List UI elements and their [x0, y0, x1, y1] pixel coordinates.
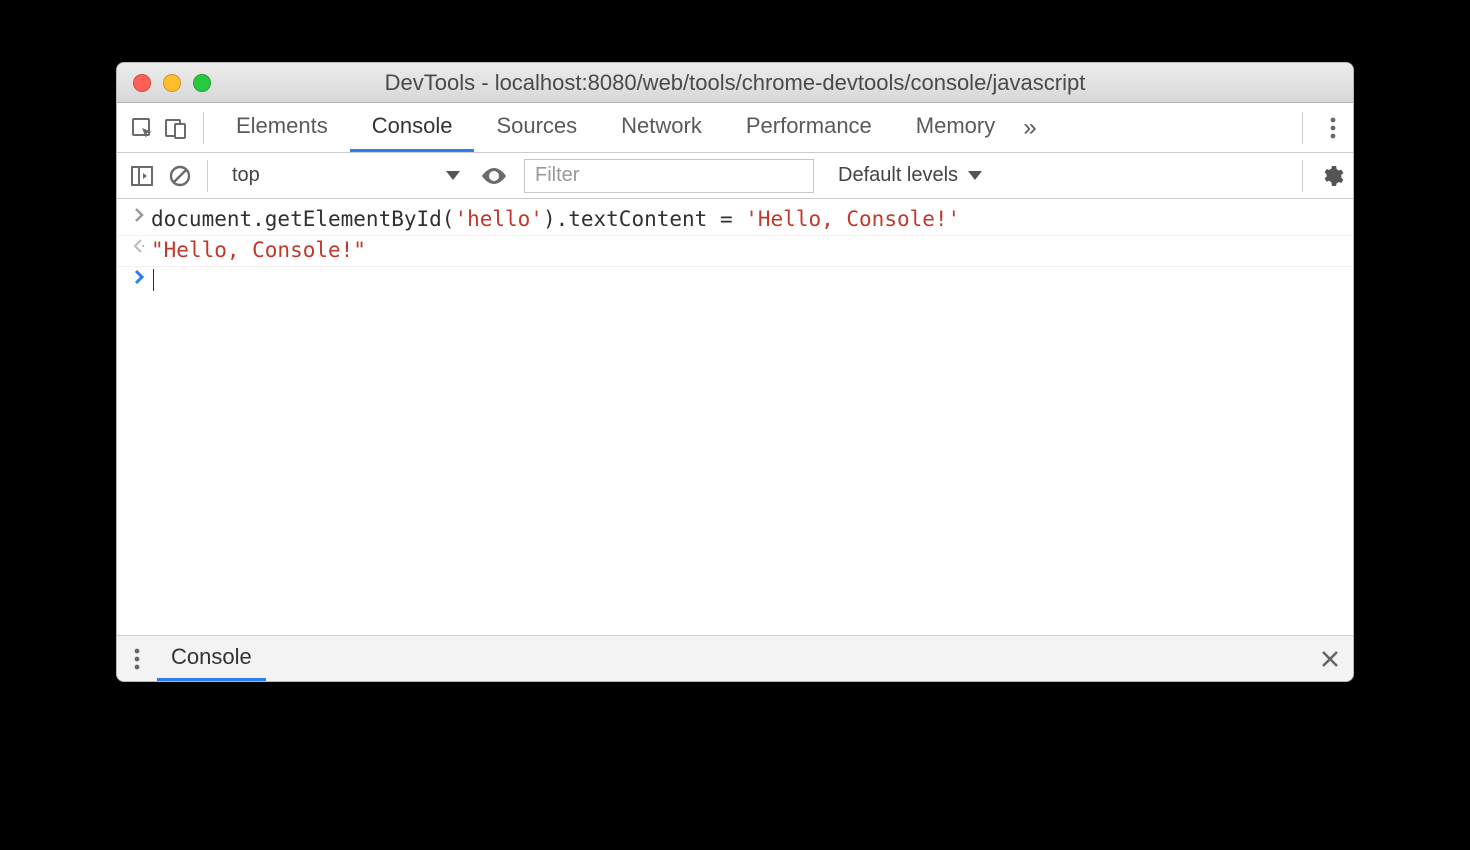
clear-console-icon[interactable] [163, 165, 197, 187]
filter-input[interactable]: Filter [524, 159, 814, 193]
console-toolbar: top Filter Default levels [117, 153, 1353, 199]
console-settings-icon[interactable] [1311, 164, 1353, 188]
separator [203, 112, 204, 144]
tab-memory[interactable]: Memory [894, 103, 1017, 152]
drawer-menu-icon[interactable] [117, 636, 157, 681]
console-output[interactable]: document.getElementById('hello').textCon… [117, 199, 1353, 635]
console-prompt-row[interactable] [117, 267, 1353, 297]
tab-label: Elements [236, 113, 328, 139]
code-text: document.getElementById('hello').textCon… [151, 207, 960, 231]
main-toolbar: Elements Console Sources Network Performance… [117, 103, 1353, 153]
code-text: "Hello, Console!" [151, 238, 366, 262]
execution-context-select[interactable]: top [222, 159, 470, 193]
text-caret [153, 269, 154, 291]
titlebar: DevTools - localhost:8080/web/tools/chro… [117, 63, 1353, 103]
drawer-tab-console[interactable]: Console [157, 636, 266, 681]
traffic-lights [133, 74, 211, 92]
tab-label: Sources [496, 113, 577, 139]
separator [1302, 160, 1303, 192]
tab-label: Performance [746, 113, 872, 139]
tab-sources[interactable]: Sources [474, 103, 599, 152]
panel-tabs: Elements Console Sources Network Performance… [214, 103, 1017, 152]
drawer: Console [117, 635, 1353, 681]
tab-console[interactable]: Console [350, 103, 475, 152]
tab-performance[interactable]: Performance [724, 103, 894, 152]
execution-context-label: top [232, 164, 260, 187]
tab-label: Network [621, 113, 702, 139]
live-expression-icon[interactable] [474, 166, 514, 186]
tab-label: Memory [916, 113, 995, 139]
window-title: DevTools - localhost:8080/web/tools/chro… [117, 70, 1353, 96]
drawer-tab-label: Console [171, 644, 252, 670]
devtools-window: DevTools - localhost:8080/web/tools/chro… [116, 62, 1354, 682]
console-input-row: document.getElementById('hello').textCon… [117, 205, 1353, 236]
separator [207, 160, 208, 192]
chevron-down-icon [446, 171, 460, 180]
device-toggle-icon[interactable] [159, 116, 193, 140]
prompt-chevron-icon [127, 269, 151, 285]
log-levels-select[interactable]: Default levels [838, 164, 982, 187]
inspect-element-icon[interactable] [125, 116, 159, 140]
zoom-window-button[interactable] [193, 74, 211, 92]
separator [1302, 112, 1303, 144]
close-window-button[interactable] [133, 74, 151, 92]
console-prompt-input[interactable] [151, 269, 154, 293]
tab-elements[interactable]: Elements [214, 103, 350, 152]
toggle-sidebar-icon[interactable] [125, 165, 159, 187]
input-chevron-icon [127, 207, 151, 223]
log-levels-label: Default levels [838, 164, 958, 187]
chevron-down-icon [968, 171, 982, 180]
tab-label: Console [372, 113, 453, 139]
more-tabs-icon[interactable]: » [1017, 114, 1042, 142]
console-result-row: "Hello, Console!" [117, 236, 1353, 267]
tab-network[interactable]: Network [599, 103, 724, 152]
minimize-window-button[interactable] [163, 74, 181, 92]
filter-placeholder: Filter [535, 164, 579, 187]
close-drawer-icon[interactable] [1307, 636, 1353, 681]
result-chevron-icon [127, 238, 151, 254]
devtools-menu-icon[interactable] [1313, 117, 1353, 139]
